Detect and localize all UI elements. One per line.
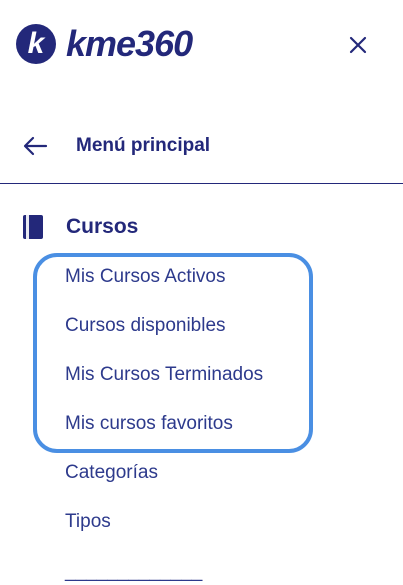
menu-item-categorias[interactable]: Categorías (65, 456, 263, 505)
close-button[interactable] (345, 32, 371, 58)
brand-logo[interactable]: k kme360 (16, 23, 193, 64)
section-title: Cursos (66, 215, 139, 238)
course-menu-list: Mis Cursos Activos Cursos disponibles Mi… (65, 260, 263, 554)
menu-item-mis-cursos-activos[interactable]: Mis Cursos Activos (65, 260, 263, 309)
section-header-cursos: Cursos (22, 214, 138, 240)
logo-badge: k (16, 24, 56, 64)
menu-item-cursos-disponibles[interactable]: Cursos disponibles (65, 309, 263, 358)
back-label: Menú principal (76, 135, 211, 156)
menu-item-mis-cursos-favoritos[interactable]: Mis cursos favoritos (65, 407, 263, 456)
logo-wordmark: kme360 (66, 23, 193, 64)
menu-separator: _____________ (65, 561, 203, 582)
menu-header: k kme360 (0, 0, 403, 92)
arrow-left-icon (22, 136, 50, 156)
close-icon (349, 36, 367, 54)
menu-item-tipos[interactable]: Tipos (65, 505, 263, 554)
book-icon (22, 214, 44, 240)
back-to-main-menu[interactable]: Menú principal (22, 128, 210, 164)
menu-item-mis-cursos-terminados[interactable]: Mis Cursos Terminados (65, 358, 263, 407)
divider (0, 183, 403, 184)
